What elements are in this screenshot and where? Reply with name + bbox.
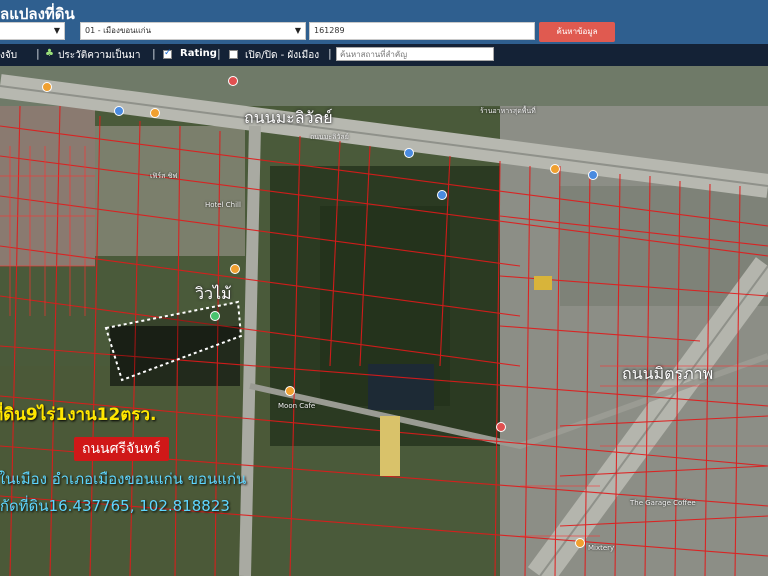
map-pin-icon[interactable]: [575, 538, 585, 548]
parcel-number-input[interactable]: 161289: [309, 22, 535, 40]
top-header: ูลแปลงที่ดิน ▼ 01 - เมืองขอนแก่น ▼ 16128…: [0, 0, 768, 44]
map-pin-icon[interactable]: [42, 82, 52, 92]
land-size-text: ที่ดิน9ไร่1งาน12ตรว.: [0, 405, 157, 425]
map-pin-icon[interactable]: [285, 386, 295, 396]
map-pin-icon[interactable]: [404, 148, 414, 158]
map-pin-icon[interactable]: [550, 164, 560, 174]
divider: |: [36, 47, 40, 60]
toolbar-item-rating[interactable]: Rating: [180, 48, 217, 59]
plant-icon: ♣: [45, 48, 54, 59]
location-text: ในเมือง อำเภอเมืองขอนแก่น ขอนแก่น: [0, 470, 247, 488]
divider: |: [217, 47, 221, 60]
road-label-north-small: ถนนมะลิวัลย์: [310, 133, 349, 141]
zoning-checkbox[interactable]: [229, 50, 238, 59]
road-badge: ถนนศรีจันทร์: [74, 437, 169, 461]
province-select[interactable]: ▼: [0, 22, 65, 40]
divider: |: [328, 47, 332, 60]
toolbar-item-zoning[interactable]: เปิด/ปิด - ผังเมือง: [245, 48, 319, 63]
chevron-down-icon: ▼: [294, 26, 301, 35]
poi-label[interactable]: เฟิร์ส ชิฟ: [150, 171, 177, 182]
satellite-map[interactable]: ถนนมะลิวัลย์ ถนนมะลิวัลย์ ถนนมิตรภาพ วิว…: [0, 66, 768, 576]
poi-label[interactable]: Mixtery: [588, 544, 614, 552]
poi-label[interactable]: ร้านอาหารสุดพื้นที่: [480, 106, 536, 117]
parcel-number-value: 161289: [314, 26, 345, 35]
road-label-north: ถนนมะลิวัลย์: [244, 108, 333, 127]
poi-label[interactable]: Hotel Chill: [205, 201, 241, 209]
chevron-down-icon: ▼: [53, 26, 60, 35]
map-pin-icon[interactable]: [114, 106, 124, 116]
map-toolbar: งจับ | ♣ ประวัติความเป็นมา | Rating | เป…: [0, 44, 768, 66]
rating-checkbox[interactable]: [163, 48, 172, 59]
search-button[interactable]: ค้นหาข้อมูล: [539, 22, 615, 42]
map-pin-icon[interactable]: [228, 76, 238, 86]
view-label: วิวไม้: [195, 284, 232, 303]
map-pin-icon[interactable]: [437, 190, 447, 200]
toolbar-item-history[interactable]: ประวัติความเป็นมา: [58, 48, 141, 63]
district-select-value: 01 - เมืองขอนแก่น: [85, 26, 152, 35]
map-pin-icon[interactable]: [588, 170, 598, 180]
divider: |: [152, 47, 156, 60]
map-pin-icon[interactable]: [150, 108, 160, 118]
district-select[interactable]: 01 - เมืองขอนแก่น ▼: [80, 22, 306, 40]
toolbar-item-draw[interactable]: งจับ: [0, 48, 17, 63]
road-label-east: ถนนมิตรภาพ: [622, 364, 714, 383]
place-search-input[interactable]: [336, 47, 494, 61]
poi-label[interactable]: Moon Cafe: [278, 402, 315, 410]
map-pin-icon[interactable]: [230, 264, 240, 274]
coordinates-text: พิกัดที่ดิน16.437765, 102.818823: [0, 497, 230, 515]
map-pin-icon[interactable]: [210, 311, 220, 321]
map-pin-icon[interactable]: [496, 422, 506, 432]
poi-label[interactable]: The Garage Coffee: [630, 499, 696, 507]
